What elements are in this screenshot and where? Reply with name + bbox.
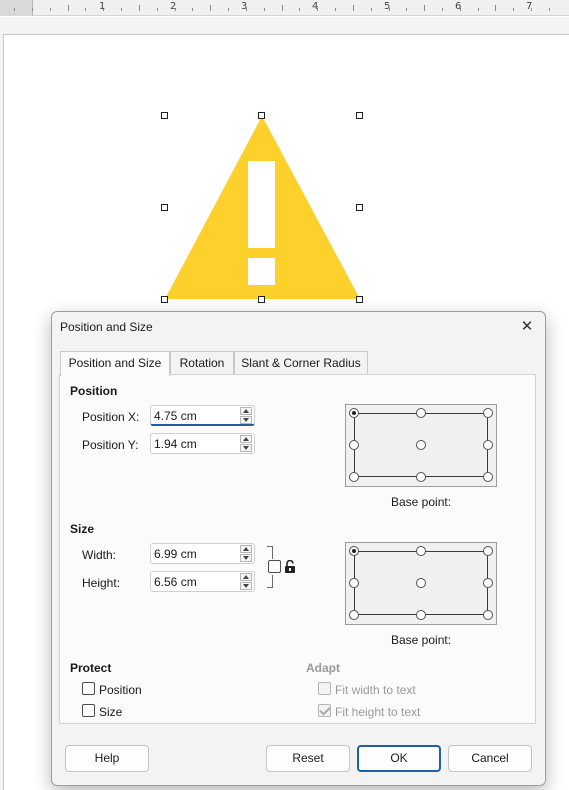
- position-x-value: 4.75 cm: [154, 409, 197, 423]
- size-base-point-selector[interactable]: [345, 542, 497, 625]
- fit-width-checkbox[interactable]: [318, 682, 331, 695]
- tab-slant-corner-radius[interactable]: Slant & Corner Radius: [234, 351, 368, 375]
- adapt-heading: Adapt: [306, 661, 340, 675]
- base-point-top[interactable]: [416, 546, 426, 556]
- base-point-bottom[interactable]: [416, 472, 426, 482]
- base-point-top-left[interactable]: [349, 546, 359, 556]
- protect-size-checkbox[interactable]: [82, 704, 95, 717]
- width-value: 6.99 cm: [154, 547, 197, 561]
- help-button[interactable]: Help: [65, 745, 149, 772]
- tab-panel: Position Position X: 4.75 cm Position Y:…: [59, 374, 536, 724]
- protect-size-label[interactable]: Size: [99, 705, 122, 719]
- position-y-field[interactable]: 1.94 cm: [150, 433, 255, 454]
- position-heading: Position: [70, 384, 118, 398]
- protect-position-checkbox[interactable]: [82, 682, 95, 695]
- position-x-field[interactable]: 4.75 cm: [150, 405, 255, 426]
- position-size-dialog: Position and Size ✕ Position and Size Ro…: [51, 311, 546, 786]
- position-x-label: Position X:: [82, 410, 140, 424]
- base-point-top-right[interactable]: [483, 408, 493, 418]
- fit-width-label[interactable]: Fit width to text: [335, 683, 416, 697]
- decrement-icon[interactable]: [240, 444, 252, 452]
- close-icon[interactable]: ✕: [517, 317, 537, 337]
- protect-heading: Protect: [70, 661, 112, 675]
- base-point-bottom[interactable]: [416, 610, 426, 620]
- decrement-icon[interactable]: [240, 582, 252, 590]
- base-point-left[interactable]: [349, 578, 359, 588]
- height-label: Height:: [82, 576, 121, 590]
- height-field[interactable]: 6.56 cm: [150, 571, 255, 592]
- base-point-left[interactable]: [349, 440, 359, 450]
- resize-handle-top[interactable]: [258, 112, 265, 119]
- width-field[interactable]: 6.99 cm: [150, 543, 255, 564]
- tab-position-and-size[interactable]: Position and Size: [60, 351, 170, 376]
- increment-icon[interactable]: [240, 545, 252, 553]
- cancel-button[interactable]: Cancel: [448, 745, 532, 772]
- unlock-icon: [285, 560, 295, 573]
- ratio-bracket-bottom: [267, 575, 273, 588]
- tab-rotation[interactable]: Rotation: [170, 351, 234, 375]
- base-point-top[interactable]: [416, 408, 426, 418]
- base-point-right[interactable]: [483, 440, 493, 450]
- increment-icon[interactable]: [240, 435, 252, 443]
- increment-icon[interactable]: [240, 407, 252, 415]
- decrement-icon[interactable]: [240, 416, 252, 424]
- exclamation-bar: [248, 161, 275, 248]
- base-point-top-left[interactable]: [349, 408, 359, 418]
- reset-button[interactable]: Reset: [266, 745, 350, 772]
- height-value: 6.56 cm: [154, 575, 197, 589]
- resize-handle-bottom-right[interactable]: [356, 296, 363, 303]
- position-base-point-label: Base point:: [391, 495, 452, 509]
- base-point-bottom-right[interactable]: [483, 610, 493, 620]
- fit-height-label[interactable]: Fit height to text: [335, 705, 420, 719]
- position-base-point-selector[interactable]: [345, 404, 497, 487]
- dialog-title: Position and Size: [60, 320, 153, 334]
- warning-triangle-shape[interactable]: [0, 0, 569, 320]
- ratio-bracket-top: [267, 546, 273, 559]
- keep-ratio-checkbox[interactable]: [268, 560, 281, 573]
- ok-button[interactable]: OK: [357, 745, 441, 772]
- protect-position-label[interactable]: Position: [99, 683, 142, 697]
- size-base-point-label: Base point:: [391, 633, 452, 647]
- fit-height-checkbox[interactable]: [318, 704, 331, 717]
- resize-handle-right[interactable]: [356, 204, 363, 211]
- decrement-icon[interactable]: [240, 554, 252, 562]
- base-point-top-right[interactable]: [483, 546, 493, 556]
- base-point-center[interactable]: [416, 578, 426, 588]
- width-label: Width:: [82, 548, 117, 562]
- base-point-bottom-right[interactable]: [483, 472, 493, 482]
- resize-handle-bottom-left[interactable]: [161, 296, 168, 303]
- resize-handle-left[interactable]: [161, 204, 168, 211]
- resize-handle-top-right[interactable]: [356, 112, 363, 119]
- position-y-label: Position Y:: [82, 438, 139, 452]
- base-point-bottom-left[interactable]: [349, 610, 359, 620]
- size-heading: Size: [70, 522, 95, 536]
- base-point-bottom-left[interactable]: [349, 472, 359, 482]
- base-point-right[interactable]: [483, 578, 493, 588]
- position-y-value: 1.94 cm: [154, 437, 197, 451]
- exclamation-dot: [248, 258, 275, 285]
- resize-handle-bottom[interactable]: [258, 296, 265, 303]
- resize-handle-top-left[interactable]: [161, 112, 168, 119]
- increment-icon[interactable]: [240, 573, 252, 581]
- base-point-center[interactable]: [416, 440, 426, 450]
